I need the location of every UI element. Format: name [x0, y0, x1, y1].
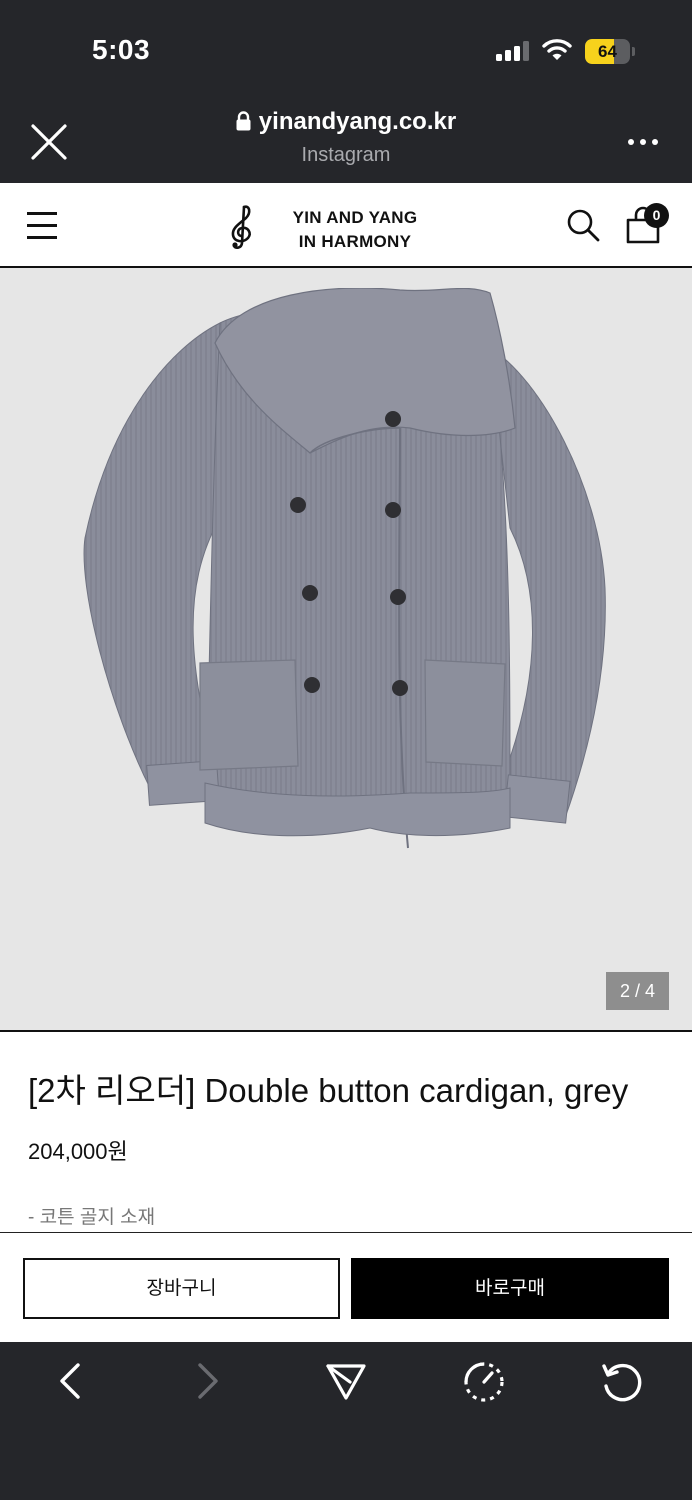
treble-clef-logo[interactable] [226, 203, 258, 251]
menu-icon[interactable] [27, 212, 57, 239]
product-material-note: - 코튼 골지 소재 [28, 1207, 156, 1228]
battery-percent: 64 [598, 42, 617, 61]
product-title: [2차 리오더] Double button cardigan, grey [28, 1072, 629, 1109]
site-logo[interactable]: YIN AND YANG IN HARMONY [285, 206, 425, 254]
site-header: YIN AND YANG IN HARMONY 0 [0, 183, 692, 268]
url-bar[interactable]: yinandyang.co.kr [0, 108, 692, 136]
status-time: 5:03 [92, 34, 151, 65]
share-icon[interactable] [324, 1362, 368, 1402]
forward-icon[interactable] [194, 1362, 222, 1400]
add-to-cart-button[interactable]: 장바구니 [23, 1258, 340, 1319]
url-text: yinandyang.co.kr [258, 108, 457, 135]
gallery-page-counter: 2 / 4 [606, 972, 669, 1010]
search-icon[interactable] [566, 208, 600, 242]
reload-icon[interactable] [600, 1360, 644, 1404]
logo-line-2: IN HARMONY [298, 232, 412, 251]
browser-chrome: 5:03 64 yinandyang.co.kr Instagram [0, 0, 692, 183]
compass-icon[interactable] [462, 1360, 506, 1404]
more-icon[interactable] [627, 138, 659, 146]
product-price: 204,000원 [28, 1139, 128, 1164]
cart-count-badge: 0 [644, 203, 669, 228]
back-icon[interactable] [56, 1362, 84, 1400]
cellular-signal-icon [496, 41, 529, 61]
battery-indicator: 64 [585, 39, 635, 64]
buy-now-button[interactable]: 바로구매 [351, 1258, 669, 1319]
lock-icon [236, 111, 251, 131]
product-image [83, 288, 606, 849]
browser-toolbar [0, 1342, 692, 1500]
referrer-label: Instagram [301, 144, 391, 166]
logo-line-1: YIN AND YANG [292, 208, 418, 227]
purchase-bar: 장바구니 바로구매 [0, 1232, 692, 1342]
product-image-gallery[interactable]: 2 / 4 [0, 268, 692, 1032]
wifi-icon [542, 39, 572, 60]
